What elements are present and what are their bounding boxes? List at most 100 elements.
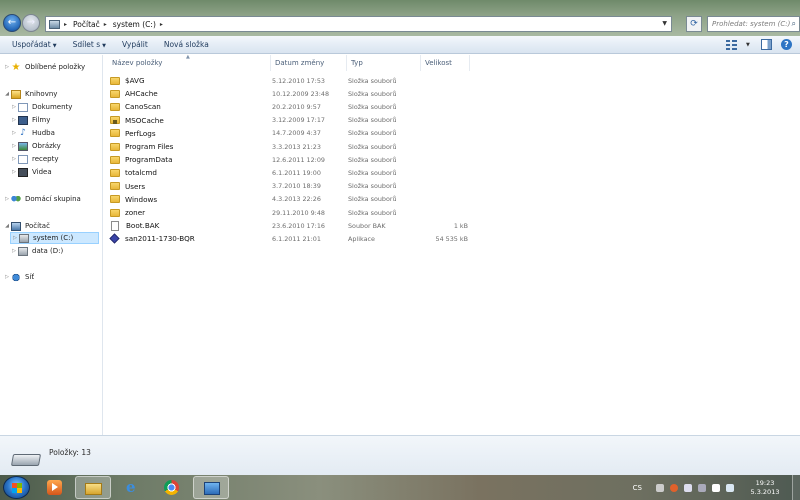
expand-icon[interactable]: ▷ xyxy=(3,64,11,70)
expand-icon[interactable]: ▷ xyxy=(11,235,19,241)
share-button[interactable]: Sdílet s ▼ xyxy=(73,40,106,49)
nav-item-films[interactable]: ▷ Filmy xyxy=(10,114,50,126)
chrome-taskbar-button[interactable] xyxy=(154,476,190,499)
table-row[interactable]: Boot.BAK 23.6.2010 17:16 Soubor BAK 1 kB xyxy=(110,219,580,232)
action-center-icon[interactable] xyxy=(684,483,692,492)
new-folder-button[interactable]: Nová složka xyxy=(164,40,209,49)
table-row[interactable]: Windows 4.3.2013 22:26 Složka souborů xyxy=(110,193,580,206)
media-player-taskbar-button[interactable] xyxy=(37,476,73,499)
expand-icon[interactable]: ▷ xyxy=(10,104,18,110)
network-signal-icon[interactable] xyxy=(712,483,720,492)
table-row[interactable]: totalcmd 6.1.2011 19:00 Složka souborů xyxy=(110,166,580,179)
file-name-cell: Users xyxy=(110,182,272,191)
nav-label: Hudba xyxy=(32,129,55,137)
folder-icon xyxy=(110,142,120,151)
back-button[interactable]: ← xyxy=(3,14,21,32)
expand-icon[interactable]: ▷ xyxy=(10,143,18,149)
file-name: CanoScan xyxy=(125,102,161,112)
nav-item-computer[interactable]: ◢ Počítač xyxy=(3,220,50,232)
table-row[interactable]: MSOCache 3.12.2009 17:17 Složka souborů xyxy=(110,114,580,127)
file-name-cell: Program Files xyxy=(110,142,272,151)
nav-item-documents[interactable]: ▷ Dokumenty xyxy=(10,101,72,113)
table-row[interactable]: Program Files 3.3.2013 21:23 Složka soubor… xyxy=(110,140,580,153)
organize-button[interactable]: Uspořádat ▼ xyxy=(12,40,57,49)
clock-date: 5.3.2013 xyxy=(750,487,780,496)
file-name: Program Files xyxy=(125,142,174,151)
chevron-right-icon[interactable]: ▸ xyxy=(64,21,67,28)
expand-icon[interactable]: ▷ xyxy=(10,248,18,254)
refresh-button[interactable]: ⟳ xyxy=(686,16,702,32)
nav-label: Obrázky xyxy=(32,142,61,150)
nav-item-network[interactable]: ▷ Síť xyxy=(3,271,34,283)
search-input[interactable]: Prohledat: system (C:) ⌕ xyxy=(707,16,800,32)
column-header-date[interactable]: Datum změny xyxy=(271,55,347,71)
nav-item-drive-d[interactable]: ▷ data (D:) xyxy=(10,245,63,257)
table-row[interactable]: AHCache 10.12.2009 23:48 Složka souborů xyxy=(110,87,580,100)
breadcrumb-drive-c[interactable]: system (C:) xyxy=(113,20,156,29)
nav-item-homegroup[interactable]: ▷ Domácí skupina xyxy=(3,193,81,205)
expand-icon[interactable]: ▷ xyxy=(10,117,18,123)
column-header-type[interactable]: Typ xyxy=(347,55,421,71)
column-header-name[interactable]: Název položky xyxy=(108,55,271,71)
date-cell: 6.1.2011 19:00 xyxy=(272,168,321,177)
table-row[interactable]: Users 3.7.2010 18:39 Složka souborů xyxy=(110,180,580,193)
address-bar[interactable]: ▸ Počítač ▸ system (C:) ▸ ▼ xyxy=(45,16,672,32)
view-options-icon[interactable] xyxy=(726,39,737,50)
table-row[interactable]: san2011-1730-BQR 6.1.2011 21:01 Aplikace 54… xyxy=(109,232,580,245)
expand-icon[interactable]: ▷ xyxy=(3,274,11,280)
nav-item-pictures[interactable]: ▷ Obrázky xyxy=(10,140,61,152)
nav-label: Počítač xyxy=(25,222,50,230)
nav-item-recipes[interactable]: ▷ recepty xyxy=(10,153,59,165)
clock[interactable]: 19:23 5.3.2013 xyxy=(740,479,790,497)
volume-icon[interactable] xyxy=(726,483,734,492)
chevron-right-icon[interactable]: ▸ xyxy=(104,21,107,28)
breadcrumb-computer[interactable]: Počítač xyxy=(73,20,100,29)
table-row[interactable]: zoner 29.11.2010 9:48 Složka souborů xyxy=(110,206,580,219)
expand-icon[interactable]: ▷ xyxy=(3,196,11,202)
chevron-down-icon[interactable]: ▼ xyxy=(662,20,667,27)
folder-icon xyxy=(110,76,120,85)
clock-time: 19:23 xyxy=(755,478,775,487)
language-indicator[interactable]: CS xyxy=(633,484,642,492)
avast-icon[interactable] xyxy=(670,483,678,492)
show-desktop-button[interactable] xyxy=(792,475,800,500)
explorer-taskbar-button[interactable] xyxy=(75,476,111,499)
nav-item-videos[interactable]: ▷ Videa xyxy=(10,166,52,178)
search-icon[interactable]: ⌕ xyxy=(792,19,796,29)
burn-button[interactable]: Vypálit xyxy=(122,40,148,49)
preview-pane-icon[interactable] xyxy=(761,39,772,50)
remote-desktop-taskbar-button[interactable] xyxy=(193,476,229,499)
start-button[interactable] xyxy=(3,476,30,499)
type-cell: Složka souborů xyxy=(348,208,397,217)
nav-item-drive-c[interactable]: ▷ system (C:) xyxy=(10,232,99,244)
table-row[interactable]: CanoScan 20.2.2010 9:57 Složka souborů xyxy=(110,100,580,113)
table-row[interactable]: $AVG 5.12.2010 17:53 Složka souborů xyxy=(110,74,580,87)
music-icon: ♪ xyxy=(20,127,26,138)
folder-icon xyxy=(110,89,120,98)
nav-item-music[interactable]: ▷ ♪ Hudba xyxy=(10,127,55,139)
film-icon xyxy=(18,115,28,125)
collapse-icon[interactable]: ◢ xyxy=(3,223,11,229)
tray-expand-icon[interactable] xyxy=(656,483,664,492)
locked-folder-icon xyxy=(110,116,120,125)
table-row[interactable]: PerfLogs 14.7.2009 4:37 Složka souborů xyxy=(110,127,580,140)
help-icon[interactable]: ? xyxy=(781,39,792,50)
forward-button[interactable]: → xyxy=(22,14,40,32)
expand-icon[interactable]: ▷ xyxy=(10,169,18,175)
ie-taskbar-button[interactable]: e xyxy=(115,476,151,499)
drive-icon xyxy=(18,246,28,256)
nav-item-libraries[interactable]: ◢ Knihovny xyxy=(3,88,57,100)
column-header-size[interactable]: Velikost xyxy=(421,55,470,71)
chevron-down-icon[interactable]: ▼ xyxy=(746,42,752,48)
expand-icon[interactable]: ▷ xyxy=(10,130,18,136)
collapse-icon[interactable]: ◢ xyxy=(3,91,11,97)
nav-item-favorites[interactable]: ▷ ★ Oblíbené položky xyxy=(3,61,85,73)
window-titlebar: ← → ▸ Počítač ▸ system (C:) ▸ ▼ ⟳ Prohle… xyxy=(0,0,800,36)
expand-icon[interactable]: ▷ xyxy=(10,156,18,162)
file-name-cell: totalcmd xyxy=(110,168,272,177)
taskbar: e CS 19:23 5.3.2013 xyxy=(0,475,800,500)
table-row[interactable]: ProgramData 12.6.2011 12:09 Složka souborů xyxy=(110,153,580,166)
power-icon[interactable] xyxy=(698,483,706,492)
chevron-right-icon[interactable]: ▸ xyxy=(160,21,163,28)
internet-explorer-icon: e xyxy=(126,478,136,496)
